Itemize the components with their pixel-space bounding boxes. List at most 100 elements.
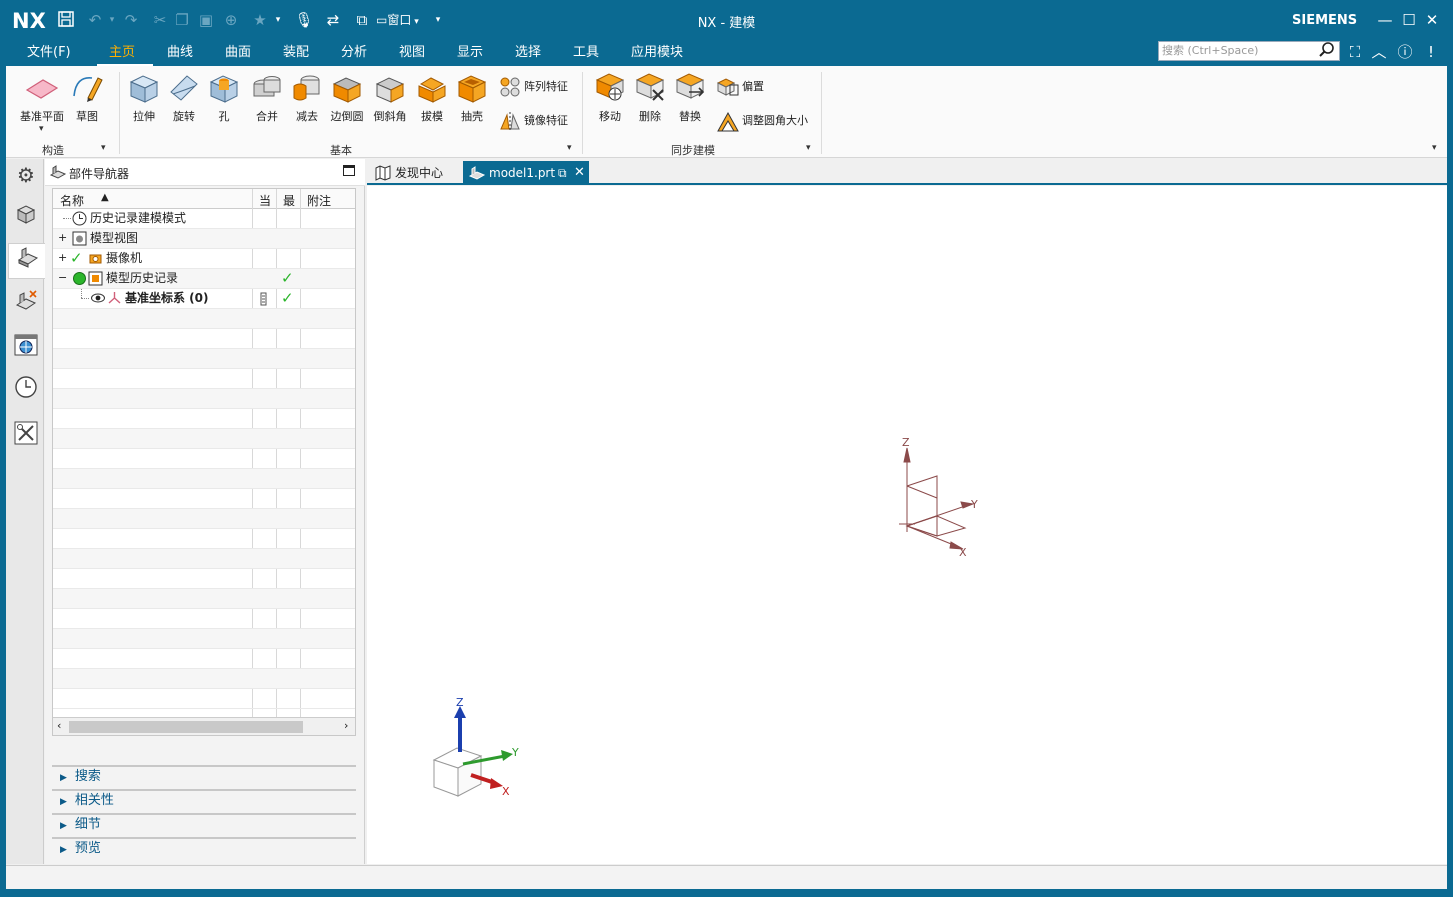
help-icon[interactable]: ⓘ [1394, 40, 1416, 64]
tree-row-model-history[interactable]: − 模型历史记录 ✓ [53, 268, 355, 289]
scrollbar-thumb[interactable] [69, 721, 303, 733]
move-face-button[interactable]: 移动 [589, 70, 631, 124]
menu-curve[interactable]: 曲线 [167, 43, 193, 63]
menu-analysis[interactable]: 分析 [341, 43, 367, 63]
subtract-icon [293, 75, 320, 101]
section-preview[interactable]: ▶ 预览 [52, 837, 356, 859]
menu-view[interactable]: 视图 [399, 43, 425, 63]
datum-plane-xz [906, 485, 938, 537]
shell-button[interactable]: 抽壳 [451, 70, 493, 124]
section-label: 预览 [74, 841, 101, 856]
menu-assembly[interactable]: 装配 [283, 43, 309, 63]
menu-file[interactable]: 文件(F) [27, 43, 71, 63]
command-search-input[interactable]: 搜索 (Ctrl+Space) [1158, 41, 1340, 61]
role-tools-icon[interactable] [12, 421, 40, 449]
minimize-button[interactable]: — [1374, 9, 1396, 31]
menu-display[interactable]: 显示 [457, 43, 483, 63]
collapse-icon[interactable]: − [58, 268, 67, 287]
web-browser-icon[interactable] [12, 333, 40, 361]
revolve-button[interactable]: 旋转 [163, 70, 205, 124]
menu-applications[interactable]: 应用模块 [631, 43, 683, 63]
tree-row-history-mode[interactable]: 历史记录建模模式 [53, 209, 355, 229]
pattern-feature-button[interactable]: 阵列特征 [498, 74, 568, 100]
edge-blend-button[interactable]: 边倒圆 [326, 70, 368, 124]
hole-button[interactable]: 孔 [203, 70, 245, 124]
window-border-right [1447, 0, 1453, 897]
offset-region-button[interactable]: 偏置 [716, 74, 764, 100]
horizontal-scrollbar[interactable]: ‹ › [53, 717, 355, 735]
search-icon[interactable] [1318, 42, 1336, 60]
section-details[interactable]: ▶ 细节 [52, 813, 356, 835]
column-comment-header[interactable]: 附注 [307, 192, 331, 209]
group-separator [119, 72, 120, 154]
graphics-window[interactable]: Z Y X Z Y X [367, 186, 1447, 864]
menu-select[interactable]: 选择 [515, 43, 541, 63]
draft-button[interactable]: 拔模 [411, 70, 453, 124]
column-current-header[interactable]: 当 [259, 192, 271, 209]
expand-icon[interactable]: + [58, 228, 67, 247]
tree-row-label: 模型历史记录 [106, 271, 179, 285]
sketch-button[interactable]: 草图 [66, 70, 108, 124]
subtract-button[interactable]: 减去 [286, 70, 328, 124]
maximize-button[interactable]: ☐ [1398, 9, 1420, 31]
tree-row-model-views[interactable]: + 模型视图 [53, 228, 355, 249]
close-tab-icon[interactable]: ✕ [574, 161, 585, 185]
alert-icon[interactable]: ! [1420, 40, 1442, 64]
fullscreen-icon[interactable]: ⛶ [1344, 40, 1366, 64]
menu-surface[interactable]: 曲面 [225, 43, 251, 63]
constraint-navigator-icon[interactable] [12, 289, 40, 317]
ribbon: 基准平面 ▾ 草图 构造 ▾ 拉伸 旋转 孔 合并 减去 边倒圆 倒斜角 拔模 … [6, 66, 1447, 158]
assembly-navigator-icon[interactable] [12, 203, 40, 231]
group-expand-icon[interactable]: ▾ [806, 143, 811, 153]
extrude-icon [129, 75, 159, 103]
column-name-header[interactable]: 名称 [60, 192, 84, 209]
empty-tree-row [53, 549, 355, 569]
extrude-button[interactable]: 拉伸 [123, 70, 165, 124]
group-label-basic: 基本 [330, 144, 352, 157]
visibility-eye-icon[interactable] [90, 289, 106, 311]
column-latest-header[interactable]: 最 [283, 192, 295, 209]
datum-plane-label: 基准平面 [20, 110, 64, 123]
part-navigator-icon[interactable] [8, 243, 46, 279]
group-expand-icon[interactable]: ▾ [101, 143, 106, 153]
close-button[interactable]: ✕ [1421, 9, 1443, 31]
scroll-left-icon[interactable]: ‹ [57, 719, 61, 732]
mirror-feature-button[interactable]: 镜像特征 [498, 108, 568, 134]
tree-row-label: 历史记录建模模式 [90, 211, 187, 225]
settings-icon[interactable]: ⚙ [12, 161, 40, 189]
collapse-ribbon-icon[interactable]: ︿ [1368, 40, 1390, 64]
checkmark-icon[interactable]: ✓ [70, 249, 83, 268]
maximize-panel-icon[interactable] [343, 165, 355, 176]
menu-tools[interactable]: 工具 [573, 43, 599, 63]
chamfer-button[interactable]: 倒斜角 [369, 70, 411, 124]
empty-tree-row [53, 629, 355, 649]
caret-right-icon: ▶ [60, 845, 67, 855]
delete-face-button[interactable]: 删除 [629, 70, 671, 124]
datum-plane-button[interactable]: 基准平面 [18, 70, 66, 124]
scroll-right-icon[interactable]: › [344, 719, 348, 732]
pattern-feature-icon [500, 77, 520, 97]
edge-blend-label: 边倒圆 [330, 110, 364, 123]
chamfer-icon [375, 77, 405, 103]
tab-model1-prt[interactable]: model1.prt ⧉ ✕ [463, 161, 589, 185]
draft-icon [418, 77, 446, 103]
section-search[interactable]: ▶ 搜索 [52, 765, 356, 787]
datum-dropdown-icon[interactable]: ▾ [39, 124, 44, 134]
history-icon[interactable] [12, 375, 40, 403]
section-dependencies[interactable]: ▶ 相关性 [52, 789, 356, 811]
datum-plane-icon [25, 79, 59, 99]
replace-face-button[interactable]: 替换 [669, 70, 711, 124]
ribbon-options-icon[interactable]: ▾ [1432, 143, 1437, 153]
sort-ascending-icon[interactable]: ▲ [101, 192, 109, 203]
tab-label: model1.prt [489, 166, 556, 180]
expand-icon[interactable]: + [58, 248, 67, 267]
group-expand-icon[interactable]: ▾ [567, 143, 572, 153]
unite-button[interactable]: 合并 [246, 70, 288, 124]
menu-home[interactable]: 主页 [109, 43, 135, 63]
section-label: 相关性 [74, 793, 114, 808]
subtract-label: 减去 [296, 110, 318, 123]
tab-discovery-center[interactable]: 发现中心 [369, 161, 463, 185]
resize-blend-button[interactable]: 调整圆角大小 [716, 108, 808, 134]
tree-row-datum-csys[interactable]: 基准坐标系 (0) ✓ [53, 289, 355, 311]
tree-row-cameras[interactable]: + ✓ 摄像机 [53, 248, 355, 269]
